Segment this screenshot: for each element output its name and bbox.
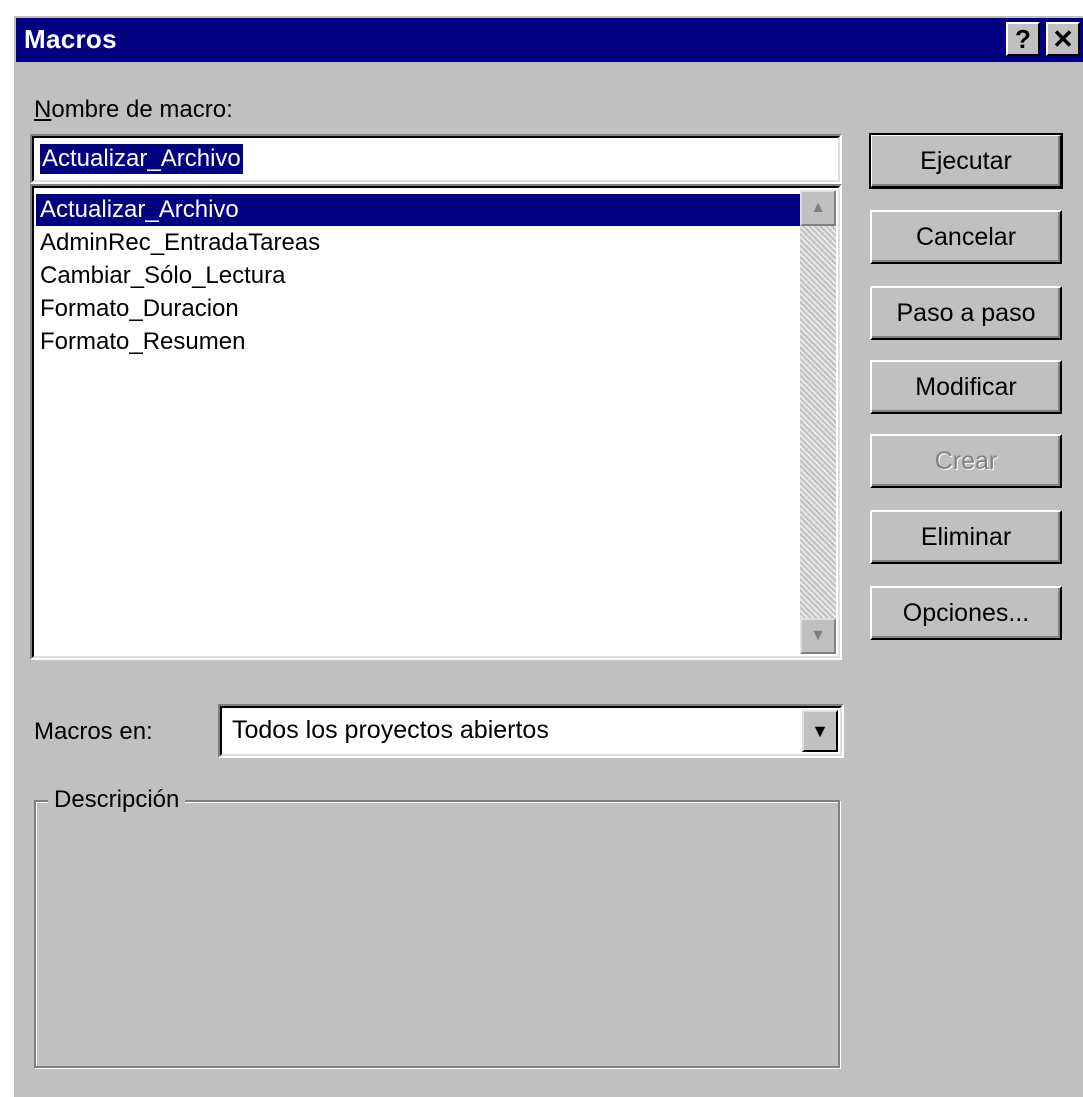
scroll-down-icon[interactable]: ▼ — [800, 618, 836, 654]
edit-button[interactable]: Modificar — [870, 360, 1062, 414]
list-item[interactable]: AdminRec_EntradaTareas — [36, 227, 320, 259]
help-icon[interactable]: ? — [1006, 22, 1040, 56]
macro-list[interactable]: Actualizar_Archivo AdminRec_EntradaTarea… — [30, 184, 842, 660]
list-item[interactable]: Formato_Duracion — [36, 293, 239, 325]
options-button[interactable]: Opciones... — [870, 586, 1062, 640]
edit-button-label: Modificar — [915, 372, 1017, 401]
delete-button[interactable]: Eliminar — [870, 510, 1062, 564]
list-item[interactable]: Cambiar_Sólo_Lectura — [36, 260, 285, 292]
run-button-label: Ejecutar — [920, 146, 1012, 175]
cancel-button[interactable]: Cancelar — [870, 210, 1062, 264]
description-legend: Descripción — [48, 786, 186, 814]
delete-button-label: Eliminar — [920, 522, 1012, 551]
scroll-up-icon[interactable]: ▲ — [800, 190, 836, 226]
list-item[interactable]: Formato_Resumen — [36, 326, 245, 358]
create-button[interactable]: Crear — [870, 434, 1062, 488]
run-button[interactable]: Ejecutar — [869, 133, 1063, 189]
close-icon[interactable]: ✕ — [1046, 22, 1080, 56]
dialog-title: Macros — [24, 24, 117, 54]
step-button[interactable]: Paso a paso — [870, 286, 1062, 340]
chevron-down-icon[interactable]: ▼ — [802, 710, 838, 752]
macros-in-select[interactable]: Todos los proyectos abiertos ▼ — [218, 704, 844, 758]
macro-name-label: Nombre de macro: — [34, 96, 233, 124]
macros-in-value: Todos los proyectos abiertos — [232, 716, 549, 744]
vertical-scrollbar[interactable]: ▲ ▼ — [800, 190, 836, 654]
macros-in-label: Macros en: — [34, 718, 153, 745]
macro-name-input[interactable]: Actualizar_Archivo — [30, 134, 842, 184]
macro-name-label-mnemonic: N — [34, 96, 52, 123]
description-group — [34, 800, 840, 1068]
step-button-label: Paso a paso — [896, 298, 1036, 327]
title-bar[interactable]: Macros ? ✕ — [16, 18, 1083, 62]
cancel-button-label: Cancelar — [915, 222, 1017, 251]
macro-name-value: Actualizar_Archivo — [40, 144, 243, 174]
list-item[interactable]: Actualizar_Archivo — [36, 194, 800, 226]
create-button-label: Crear — [934, 446, 998, 475]
options-button-label: Opciones... — [902, 598, 1030, 627]
macro-name-label-rest: ombre de macro: — [51, 96, 233, 123]
